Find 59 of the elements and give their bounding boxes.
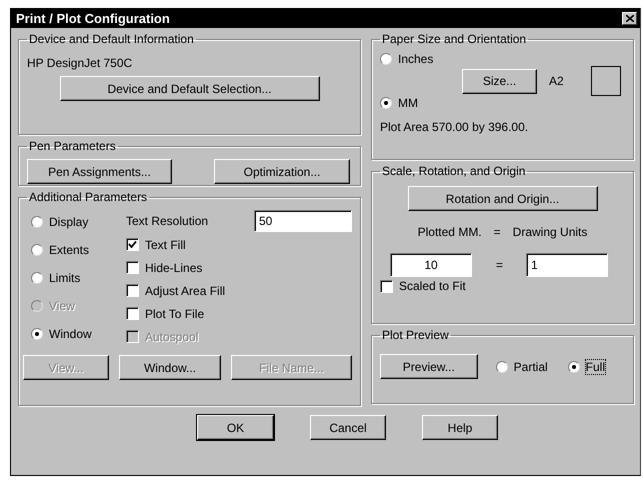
radio-button[interactable] <box>568 360 580 372</box>
group-title: Paper Size and Orientation <box>381 32 528 46</box>
device-name: HP DesignJet 750C <box>27 56 134 70</box>
checkbox-label: Text Fill <box>145 238 186 252</box>
dialog-button[interactable]: OK <box>197 415 274 440</box>
action-button[interactable]: Window... <box>119 355 221 380</box>
group-title: Pen Parameters <box>28 139 117 153</box>
plot-area-text: Plot Area 570.00 by 396.00. <box>380 120 530 134</box>
group-title: Scale, Rotation, and Origin <box>381 164 526 178</box>
checkbox-label: Adjust Area Fill <box>145 284 226 298</box>
orientation-preview <box>591 66 621 96</box>
close-button[interactable] <box>622 12 637 25</box>
pen-button[interactable]: Optimization... <box>214 159 350 184</box>
equals-label: = <box>494 225 501 239</box>
checkbox[interactable] <box>126 307 139 320</box>
checkbox[interactable] <box>126 261 139 274</box>
radio-label: Limits <box>49 271 80 285</box>
drawing-units-label: Drawing Units <box>512 225 588 239</box>
radio-label: Display <box>49 215 88 229</box>
checkbox-label: Plot To File <box>145 306 204 320</box>
radio-button[interactable] <box>496 360 508 372</box>
radio-label: Partial <box>514 360 548 374</box>
radio-button[interactable] <box>31 328 43 340</box>
input-field[interactable]: 50 <box>254 210 352 232</box>
group-title: Device and Default Information <box>28 32 195 46</box>
radio-label: Extents <box>49 243 90 257</box>
radio-button[interactable] <box>31 216 43 228</box>
input-field[interactable]: 1 <box>526 253 608 277</box>
checkbox[interactable] <box>380 280 393 292</box>
radio-button[interactable] <box>31 272 43 284</box>
radio-button[interactable] <box>380 97 392 109</box>
checkbox[interactable] <box>126 284 139 297</box>
checkbox[interactable] <box>126 238 139 251</box>
paper-size-label: A2 <box>549 74 564 88</box>
radio-label: Full <box>586 360 605 374</box>
group-title: Plot Preview <box>381 328 450 342</box>
equals-label: = <box>496 258 502 272</box>
close-icon <box>626 15 634 22</box>
rotation-origin-button[interactable]: Rotation and Origin... <box>408 186 598 211</box>
group-title: Additional Parameters <box>28 190 148 204</box>
radio-label: View <box>49 299 75 313</box>
pen-button[interactable]: Pen Assignments... <box>27 159 172 184</box>
size-button[interactable]: Size... <box>462 68 537 94</box>
radio-button[interactable] <box>31 244 43 256</box>
window-title: Print / Plot Configuration <box>16 11 170 26</box>
input-field[interactable]: 10 <box>390 253 472 277</box>
radio-label: MM <box>398 96 418 110</box>
checkbox-label: Scaled to Fit <box>399 279 466 293</box>
radio-label: Window <box>49 327 92 341</box>
plotted-units-label: Plotted MM. <box>418 225 482 239</box>
checkbox-label: Hide-Lines <box>145 260 202 274</box>
radio-button[interactable] <box>380 53 392 65</box>
dialog-button[interactable]: Help <box>422 415 498 440</box>
device-selection-button[interactable]: Device and Default Selection... <box>60 76 320 101</box>
checkbox-label: Autospool <box>145 330 198 344</box>
radio-label: Inches <box>398 52 434 66</box>
field-label: Text Resolution <box>126 214 208 228</box>
dialog-button[interactable]: Cancel <box>310 415 386 440</box>
preview-button[interactable]: Preview... <box>380 354 478 379</box>
